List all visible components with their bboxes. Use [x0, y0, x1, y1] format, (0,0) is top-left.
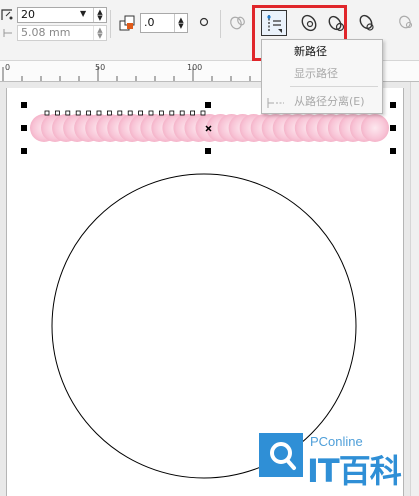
height-spin-arrows[interactable]: ▲ ▼	[93, 8, 106, 22]
ruler-label: 50	[95, 63, 106, 72]
width-icon	[2, 27, 14, 39]
pconline-logo-icon	[259, 433, 303, 477]
height-value: 20	[21, 8, 35, 21]
width-value: 5.08 mm	[21, 26, 71, 39]
spin-down-icon: ▼	[97, 32, 103, 40]
toolbar-separator	[110, 10, 111, 38]
height-spinbox[interactable]: 20 ▲ ▼	[17, 7, 107, 23]
menu-separator	[290, 86, 378, 87]
menu-item-label: 从路径分离(E)	[294, 95, 365, 108]
spin-down-icon: ▼	[178, 22, 184, 30]
blend-clear-icon[interactable]	[396, 12, 416, 32]
menu-item-detach-from-path[interactable]: 从路径分离(E)	[262, 92, 382, 112]
offset-value: .0	[144, 16, 155, 29]
menu-item-new-path[interactable]: 新路径	[262, 42, 382, 62]
width-spin-arrows[interactable]: ▲ ▼	[93, 26, 106, 40]
menu-item-label: 显示路径	[294, 67, 338, 80]
ruler-label: 100	[187, 63, 203, 72]
circle-node-icon[interactable]	[197, 15, 211, 29]
offset-spinbox[interactable]: .0 ▲ ▼	[140, 13, 188, 33]
height-dropdown-icon[interactable]: ▼	[80, 9, 90, 21]
watermark-brand: IT百科	[307, 452, 402, 490]
offset-spin-arrows[interactable]: ▲ ▼	[174, 14, 187, 32]
path-small-icon[interactable]	[357, 12, 379, 34]
corner-offset-icon	[0, 7, 15, 22]
ruler-label: 0	[5, 63, 11, 72]
detach-path-icon	[267, 96, 285, 116]
spin-down-icon: ▼	[97, 14, 103, 22]
width-spinbox[interactable]: 5.08 mm ▲ ▼	[17, 25, 107, 41]
menu-item-show-path[interactable]: 显示路径	[262, 64, 382, 84]
vertical-scrollbar[interactable]	[410, 82, 419, 496]
toolbar-separator	[220, 10, 221, 38]
blend-object-icon[interactable]	[228, 12, 248, 32]
color-fill-icon[interactable]	[119, 14, 137, 32]
menu-item-label: 新路径	[294, 45, 327, 58]
path-menu: 新路径 显示路径 从路径分离(E)	[261, 39, 383, 114]
